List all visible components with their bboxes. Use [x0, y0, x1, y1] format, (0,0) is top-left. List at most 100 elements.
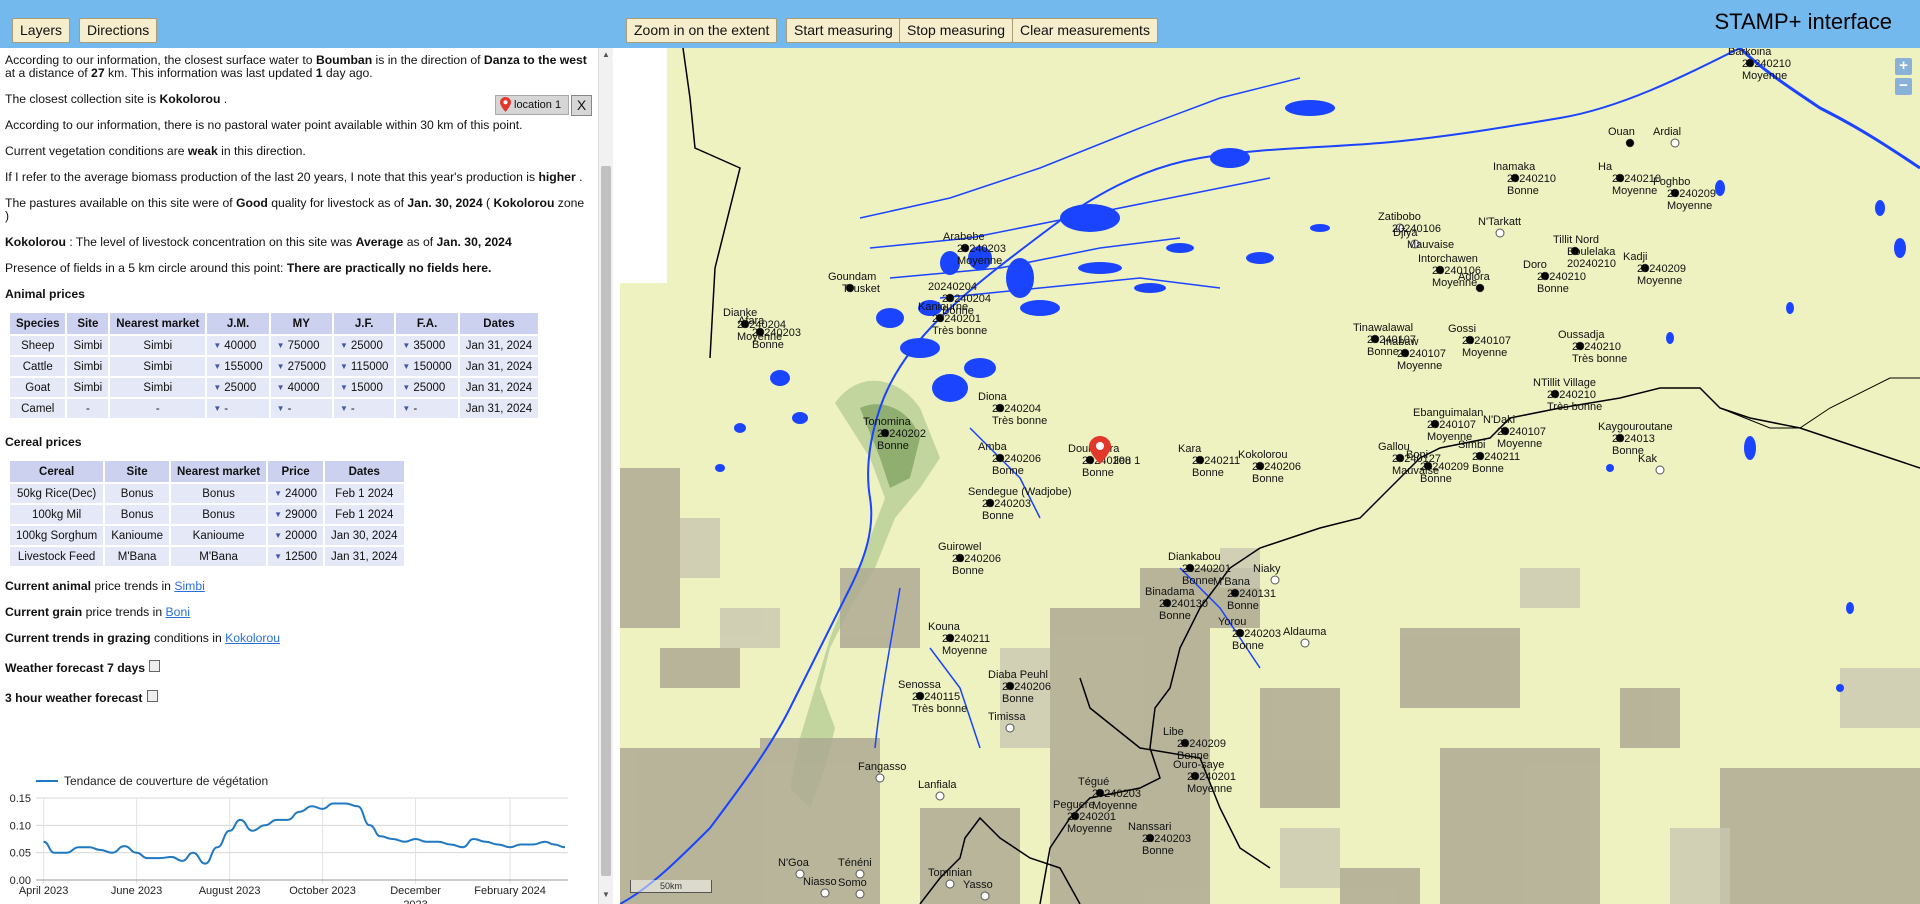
map-place[interactable]: Foghbo20240209Moyenne — [1653, 176, 1716, 212]
price-trend-icon: ▼ — [213, 340, 222, 350]
map-place-label: 20240203 — [982, 498, 1031, 510]
map-place[interactable]: Kaygouroutane2024013Bonne — [1598, 421, 1673, 457]
map-place[interactable]: Aldauma — [1283, 626, 1327, 648]
location-chip[interactable]: location 1 — [495, 95, 569, 115]
map-place[interactable]: Oussadja20240210Très bonne — [1558, 329, 1627, 365]
directions-button[interactable]: Directions — [79, 18, 158, 43]
map-place[interactable]: Ha20240210Moyenne — [1598, 161, 1661, 197]
map-place[interactable]: Amba20240206Bonne — [978, 441, 1041, 477]
map-place-label: Très bonne — [912, 703, 967, 715]
cereal-table-cell: 50kg Rice(Dec) — [10, 484, 104, 503]
price-trend-icon: ▼ — [213, 382, 222, 392]
map-place[interactable]: GoundamTousket — [828, 271, 880, 295]
map-place-label: Yorou — [1218, 616, 1246, 628]
map-place[interactable]: Barkoina20240210Moyenne — [1728, 48, 1791, 82]
map-place-label: 20240201 — [1187, 771, 1236, 783]
map-place-label: 20240210 — [1547, 389, 1596, 401]
zoom-extent-button[interactable]: Zoom in on the extent — [626, 18, 778, 43]
stop-measuring-button[interactable]: Stop measuring — [899, 18, 1014, 43]
animal-table-header-cell: J.M. — [207, 313, 269, 334]
map-place[interactable]: N'Tarkatt — [1478, 216, 1521, 238]
animal-trend-link[interactable]: Simbi — [174, 579, 204, 593]
scroll-up-arrow[interactable]: ▲ — [602, 50, 610, 59]
weather-7day-icon[interactable] — [149, 660, 160, 672]
map-place[interactable]: Gallou20240127Mauvaise — [1378, 441, 1441, 477]
scroll-down-arrow[interactable]: ▼ — [602, 890, 610, 899]
map-place-label: 20240131 — [1227, 588, 1276, 600]
map-place[interactable]: Tillit NordBoulelaka20240210 — [1553, 234, 1616, 270]
cereal-prices-title: Cereal prices — [5, 435, 82, 449]
animal-table-cell: - — [67, 399, 109, 418]
map-place[interactable]: Kak — [1638, 453, 1665, 475]
panel-scrollbar[interactable]: ▲ ▼ — [598, 48, 613, 904]
weather-3hour-icon[interactable] — [146, 690, 158, 702]
price-trend-icon: ▼ — [402, 382, 411, 392]
map-place[interactable]: Ebanguimalan20240107Moyenne — [1413, 407, 1483, 443]
map-place[interactable]: Ardial — [1653, 126, 1681, 148]
animal-table-cell: ▼ 15000 — [333, 378, 395, 397]
cereal-table-header-cell: Price — [268, 461, 324, 482]
map-place-label: 20240107 — [1462, 335, 1511, 347]
map-place[interactable]: Kara20240211Bonne — [1178, 443, 1240, 479]
map-place-label: Ténéni — [838, 857, 872, 869]
animal-table-header-cell: MY — [270, 313, 332, 334]
fields-text: Presence of fields in a 5 km circle arou… — [5, 261, 492, 275]
map-place[interactable]: Diona20240204Très bonne — [978, 391, 1047, 427]
map-place-label: Moyenne — [1497, 438, 1542, 450]
zoom-out-button[interactable]: − — [1895, 78, 1912, 95]
cereal-table-cell: ▼ 12500 — [268, 547, 324, 566]
map-place-label: Bonne — [1537, 283, 1569, 295]
scrollbar-thumb[interactable] — [601, 166, 611, 876]
map-place[interactable]: Gossi20240107Moyenne — [1448, 323, 1511, 359]
map-place[interactable]: Inamaka20240210Bonne — [1493, 161, 1556, 197]
clear-measurements-button[interactable]: Clear measurements — [1012, 18, 1158, 43]
cereal-table-cell: Kanioume — [105, 526, 169, 545]
cereal-table-cell: Bonus — [171, 505, 267, 524]
map-canvas[interactable]: Barkoina20240210MoyenneArabebe20240203Mo… — [620, 48, 1920, 904]
price-trend-icon: ▼ — [276, 403, 285, 413]
close-location-button[interactable]: X — [571, 95, 592, 116]
cereal-table-cell: Kanioume — [171, 526, 267, 545]
cereal-table-cell: M'Bana — [105, 547, 169, 566]
map-place-label: 20240206 — [992, 453, 1041, 465]
map-place-label: Moyenne — [1667, 200, 1712, 212]
map-place-label: 20240202 — [877, 428, 926, 440]
map-place-label: Guirowel — [938, 541, 981, 553]
price-trend-icon: ▼ — [339, 403, 348, 413]
map-place-label: Foghbo — [1653, 176, 1690, 188]
grain-trend-link[interactable]: Boni — [166, 605, 190, 619]
map-place[interactable]: Ouan — [1608, 126, 1635, 148]
map-place-label: Inabaw — [1383, 336, 1419, 348]
place-marker-icon — [1670, 138, 1680, 148]
map-place[interactable]: N'Daki20240107Moyenne — [1483, 414, 1546, 450]
place-marker-icon — [1270, 575, 1280, 585]
map-place[interactable]: Kokolorou20240206Bonne — [1238, 449, 1301, 485]
animal-table-cell: Simbi — [67, 357, 109, 376]
animal-table-cell: ▼ - — [270, 399, 332, 418]
animal-table-header-cell: Nearest market — [110, 313, 206, 334]
map-place[interactable]: Lanfiala — [918, 779, 957, 801]
map-view[interactable]: Barkoina 20240210 Moyenne Arabebe 20240203 Mo… — [620, 48, 1920, 904]
animal-table-cell: Goat — [10, 378, 66, 397]
layers-button[interactable]: Layers — [12, 18, 71, 43]
map-place-label: 20240203 — [1232, 628, 1281, 640]
animal-table-header-cell: Species — [10, 313, 66, 334]
zoom-in-button[interactable]: + — [1895, 58, 1912, 75]
cereal-table-header-row: Cereal Site Nearest market Price Dates — [10, 461, 404, 482]
map-place-label: Bonne — [992, 465, 1024, 477]
animal-trend-text: Current animal price trends in Simbi — [5, 579, 205, 593]
map-place-label: Afara — [738, 315, 765, 327]
start-measuring-button[interactable]: Start measuring — [786, 18, 901, 43]
map-place-label: 20240210 — [1567, 258, 1616, 270]
map-place[interactable]: Guirowel20240206Bonne — [938, 541, 1001, 577]
map-place-label: Amba — [978, 441, 1008, 453]
map-place[interactable]: Kouna20240211Moyenne — [928, 621, 990, 657]
grazing-trend-link[interactable]: Kokolorou — [225, 631, 280, 645]
animal-table-cell: ▼ 25000 — [207, 378, 269, 397]
map-place[interactable]: Kadji20240209Moyenne — [1623, 251, 1686, 287]
animal-table-row: Sheep Simbi Simbi ▼ 40000 ▼ 75000 ▼ 25000 ▼ 35000 J… — [10, 336, 539, 355]
map-place[interactable]: Sendegue (Wadjobe)20240203Bonne — [968, 486, 1072, 522]
map-place[interactable]: NTillit Village20240210Très bonne — [1533, 377, 1602, 413]
map-place-label: Bonne — [952, 565, 984, 577]
price-trend-icon: ▼ — [276, 382, 285, 392]
